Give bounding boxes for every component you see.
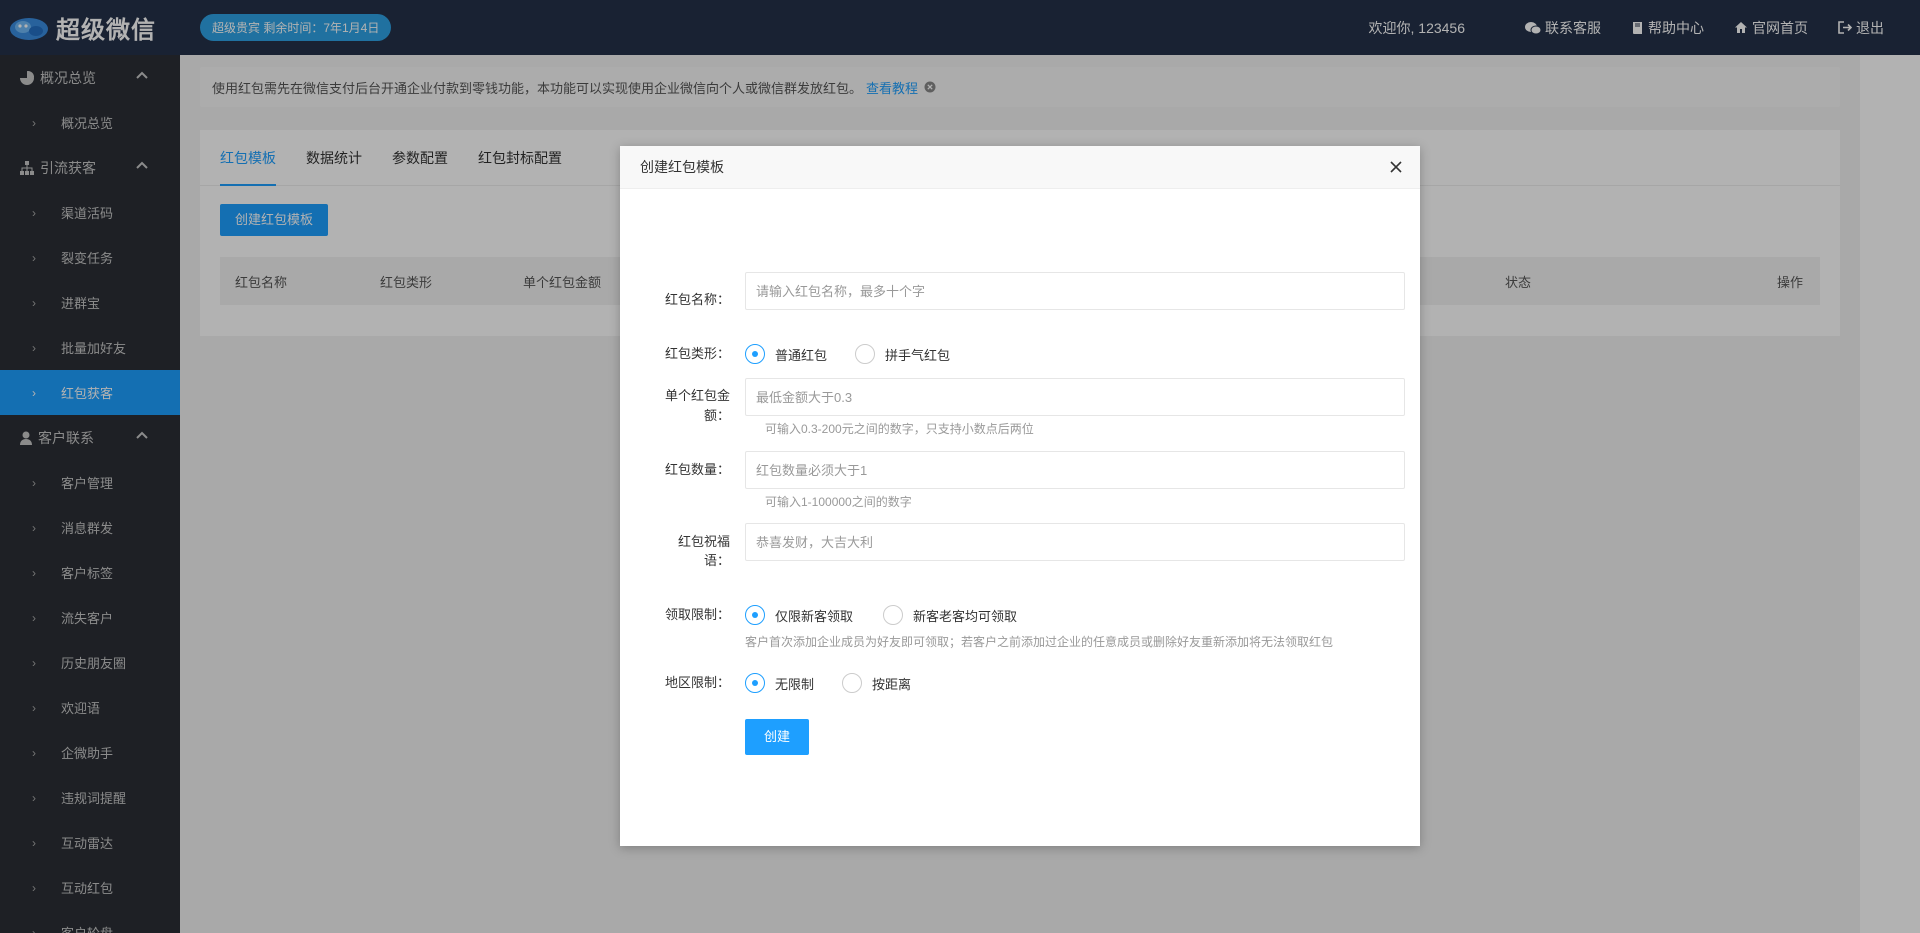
region-distance-radio[interactable]: 按距离 <box>842 673 911 693</box>
limit-new-only-radio[interactable]: 仅限新客领取 <box>745 605 853 625</box>
amount-hint: 可输入0.3-200元之间的数字，只支持小数点后两位 <box>765 422 1034 436</box>
limit-hint: 客户首次添加企业成员为好友即可领取；若客户之前添加过企业的任意成员或删除好友重新… <box>745 635 1334 649</box>
radio-label: 普通红包 <box>775 347 828 363</box>
radio-circle <box>745 344 765 364</box>
radio-label: 拼手气红包 <box>885 347 951 363</box>
region-label: 地区限制： <box>664 675 730 690</box>
radio-label: 按距离 <box>872 676 912 692</box>
count-hint: 可输入1-100000之间的数字 <box>765 495 912 509</box>
radio-circle <box>842 673 862 693</box>
type-label: 红包类形： <box>664 346 730 361</box>
radio-circle <box>855 344 875 364</box>
greeting-label-line2: 语： <box>703 553 730 568</box>
radio-circle <box>883 605 903 625</box>
greeting-label: 红包祝福 <box>677 534 730 549</box>
name-input[interactable] <box>745 272 1405 310</box>
close-icon[interactable] <box>1388 159 1404 175</box>
limit-label: 领取限制： <box>664 607 730 622</box>
name-label: 红包名称： <box>664 292 730 307</box>
radio-label: 新客老客均可领取 <box>913 608 1018 624</box>
type-lucky-radio[interactable]: 拼手气红包 <box>855 344 950 364</box>
radio-circle <box>745 673 765 693</box>
region-unlimited-radio[interactable]: 无限制 <box>745 673 814 693</box>
radio-label: 无限制 <box>775 676 815 692</box>
modal-title: 创建红包模板 <box>640 159 724 175</box>
create-template-modal: 创建红包模板 红包名称： 红包类形： 普通红包 拼手气红包 单个红包金 额： 可… <box>620 146 1420 846</box>
submit-create-button[interactable]: 创建 <box>745 719 809 755</box>
count-label: 红包数量： <box>664 462 730 477</box>
modal-header: 创建红包模板 <box>620 146 1420 189</box>
greeting-input[interactable] <box>745 523 1405 561</box>
radio-circle <box>745 605 765 625</box>
count-input[interactable] <box>745 451 1405 489</box>
amount-label-line2: 额： <box>703 408 730 423</box>
amount-input[interactable] <box>745 378 1405 416</box>
radio-label: 仅限新客领取 <box>775 608 854 624</box>
type-normal-radio[interactable]: 普通红包 <box>745 344 827 364</box>
amount-label: 单个红包金 <box>664 388 730 403</box>
limit-all-radio[interactable]: 新客老客均可领取 <box>883 605 1017 625</box>
